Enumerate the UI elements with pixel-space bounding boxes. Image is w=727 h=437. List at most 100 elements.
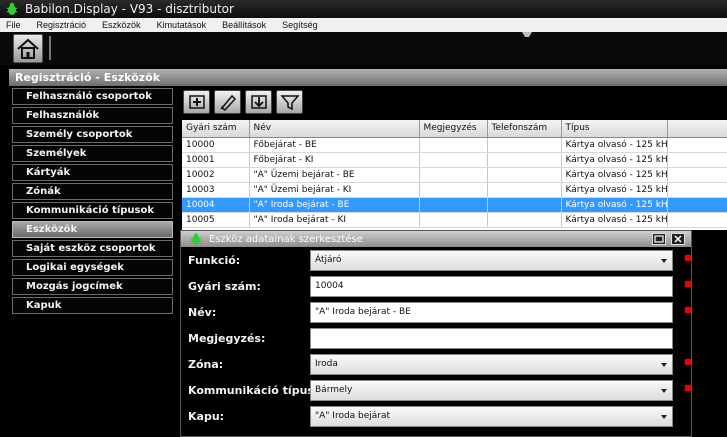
cell-filler	[667, 137, 727, 153]
cell-phone	[487, 182, 562, 198]
gate-select[interactable]: "A" Iroda bejárat	[310, 406, 673, 427]
dialog-titlebar[interactable]: Eszköz adatainak szerkesztése	[181, 231, 691, 247]
close-icon	[674, 235, 682, 243]
cell-note	[419, 182, 488, 198]
cell-name: "A" Üzemi bejárat - KI	[249, 182, 420, 198]
table-row-selected[interactable]: 10004 "A" Iroda bejárat - BE Kártya olva…	[182, 197, 727, 213]
communication-value: Bármely	[315, 385, 353, 395]
home-button[interactable]	[13, 34, 43, 63]
serial-input[interactable]: 10004	[310, 276, 673, 297]
form-row-function: Funkció: Átjáró ■	[187, 250, 692, 272]
cell-phone	[487, 152, 562, 168]
cell-name: "A" Iroda bejárat - BE	[249, 197, 420, 213]
form-row-name: Név: "A" Iroda bejárat - BE ■	[187, 302, 692, 324]
gate-label: Kapu:	[188, 410, 225, 423]
cell-filler	[667, 197, 727, 213]
close-button[interactable]	[671, 233, 685, 245]
toolbar-separator	[49, 36, 51, 60]
zone-value: Iroda	[315, 359, 338, 369]
cell-filler	[667, 152, 727, 168]
delete-button[interactable]	[245, 90, 272, 114]
form-row-communication: Kommunikáció típus: Bármely ■	[187, 380, 692, 402]
menu-file[interactable]: File	[0, 20, 29, 30]
cell-name: Főbejárat - KI	[249, 152, 420, 168]
column-header-note[interactable]: Megjegyzés	[419, 120, 488, 138]
required-marker: ■	[684, 305, 692, 314]
zone-label: Zóna:	[188, 358, 224, 371]
restore-button[interactable]	[652, 233, 666, 245]
cell-type: Kártya olvasó - 125 kHz	[561, 137, 668, 153]
form-row-gate: Kapu: "A" Iroda bejárat	[187, 406, 687, 428]
toolbar-grip-icon[interactable]	[514, 32, 540, 38]
restore-icon	[654, 235, 664, 243]
communication-label: Kommunikáció típus:	[188, 384, 319, 397]
dialog-title: Eszköz adatainak szerkesztése	[209, 233, 363, 245]
table-row[interactable]: 10002 "A" Üzemi bejárat - BE Kártya olva…	[182, 167, 727, 183]
menu-help[interactable]: Segítség	[274, 20, 326, 30]
sidebar-item-communication-types[interactable]: Kommunikáció típusok	[12, 202, 173, 219]
cell-serial: 10001	[182, 152, 250, 168]
zone-select[interactable]: Iroda	[310, 354, 673, 375]
sidebar: Felhasználó csoportok Felhasználók Szemé…	[12, 88, 173, 316]
sidebar-item-own-device-groups[interactable]: Saját eszköz csoportok	[12, 240, 173, 257]
menu-devices[interactable]: Eszközök	[94, 20, 149, 30]
cell-name: Főbejárat - BE	[249, 137, 420, 153]
required-marker: ■	[684, 253, 692, 262]
gate-value: "A" Iroda bejárat	[315, 411, 391, 421]
table-row[interactable]: 10000 Főbejárat - BE Kártya olvasó - 125…	[182, 137, 727, 153]
table-row[interactable]: 10003 "A" Üzemi bejárat - KI Kártya olva…	[182, 182, 727, 198]
serial-label: Gyári szám:	[188, 280, 261, 293]
column-header-serial[interactable]: Gyári szám	[182, 120, 250, 138]
cell-filler	[667, 167, 727, 183]
delete-icon	[250, 95, 267, 109]
chevron-down-icon	[661, 259, 667, 263]
sidebar-item-movement-reasons[interactable]: Mozgás jogcímek	[12, 278, 173, 295]
cell-type: Kártya olvasó - 125 kHz	[561, 182, 668, 198]
cell-type: Kártya olvasó - 125 kHz	[561, 152, 668, 168]
communication-select[interactable]: Bármely	[310, 380, 673, 401]
cell-serial: 10003	[182, 182, 250, 198]
menu-reports[interactable]: Kimutatások	[149, 20, 215, 30]
function-label: Funkció:	[188, 254, 241, 267]
table-row[interactable]: 10005 "A" Iroda bejárat - KI Kártya olva…	[182, 212, 727, 228]
sidebar-item-cards[interactable]: Kártyák	[12, 164, 173, 181]
sidebar-item-person-groups[interactable]: Személy csoportok	[12, 126, 173, 143]
menu-settings[interactable]: Beállítások	[214, 20, 274, 30]
cell-note	[419, 167, 488, 183]
edit-device-dialog: Eszköz adatainak szerkesztése Funkció: Á…	[180, 230, 692, 437]
column-header-name[interactable]: Név	[249, 120, 420, 138]
window-title: Babilon.Display - V93 - disztributor	[25, 2, 234, 16]
cell-serial: 10004	[182, 197, 250, 213]
chevron-down-icon	[661, 389, 667, 393]
column-header-filler	[667, 120, 727, 138]
menu-registration[interactable]: Regisztráció	[29, 20, 95, 30]
name-input[interactable]: "A" Iroda bejárat - BE	[310, 302, 673, 323]
column-header-phone[interactable]: Telefonszám	[487, 120, 562, 138]
cell-filler	[667, 212, 727, 228]
function-select[interactable]: Átjáró	[310, 250, 673, 271]
bug-icon	[189, 233, 203, 245]
cell-serial: 10000	[182, 137, 250, 153]
sidebar-item-zones[interactable]: Zónák	[12, 183, 173, 200]
cell-phone	[487, 167, 562, 183]
filter-button[interactable]	[276, 90, 303, 114]
sidebar-item-persons[interactable]: Személyek	[12, 145, 173, 162]
sidebar-item-user-groups[interactable]: Felhasználó csoportok	[12, 88, 173, 105]
cell-serial: 10002	[182, 167, 250, 183]
sidebar-item-users[interactable]: Felhasználók	[12, 107, 173, 124]
form-row-note: Megjegyzés:	[187, 328, 687, 350]
note-input[interactable]	[310, 328, 673, 349]
table-row[interactable]: 10001 Főbejárat - KI Kártya olvasó - 125…	[182, 152, 727, 168]
cell-note	[419, 152, 488, 168]
sidebar-item-devices[interactable]: Eszközök	[12, 221, 173, 238]
required-marker: ■	[684, 357, 692, 366]
cell-serial: 10005	[182, 212, 250, 228]
add-icon	[188, 95, 205, 109]
cell-note	[419, 197, 488, 213]
sidebar-item-logical-units[interactable]: Logikai egységek	[12, 259, 173, 276]
add-button[interactable]	[183, 90, 210, 114]
column-header-type[interactable]: Típus	[561, 120, 668, 138]
edit-button[interactable]	[214, 90, 241, 114]
sidebar-item-gates[interactable]: Kapuk	[12, 297, 173, 314]
devices-grid[interactable]: Gyári szám Név Megjegyzés Telefonszám Tí…	[182, 120, 727, 230]
